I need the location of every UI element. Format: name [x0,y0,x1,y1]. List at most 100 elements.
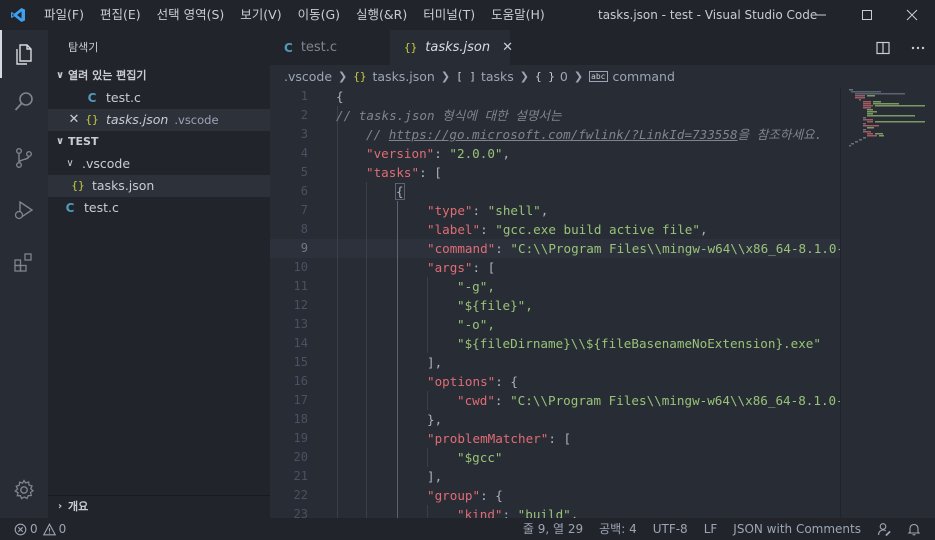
eol-setting[interactable]: LF [696,518,726,540]
manage-gear-icon [14,479,35,500]
outline-header[interactable]: › 개요 [48,495,270,517]
open-editor-item-tasks-json[interactable]: ✕ {} tasks.json .vscode [48,109,270,131]
source-control-button[interactable] [0,134,48,182]
json-file-icon: {} [85,113,99,126]
code-line: { [395,183,405,200]
extensions-button[interactable] [0,238,48,286]
workspace-label: TEST [68,135,99,148]
editor-actions [865,30,935,65]
tab-test-c[interactable]: C test.c [270,30,390,65]
open-editors-header[interactable]: ∨ 열려 있는 편집기 [48,65,270,87]
explorer-icon [16,44,32,65]
tree-file-label: tasks.json [92,178,155,193]
notifications-button[interactable] [899,518,935,540]
split-editor-icon[interactable] [875,40,891,56]
line-number: 21 [293,469,308,483]
tree-folder-vscode[interactable]: ∨ .vscode [48,153,270,175]
close-tab-icon[interactable]: ✕ [502,40,513,55]
chevron-right-icon: ❯ [338,69,348,83]
line-number: 16 [293,374,308,388]
open-editor-label: tasks.json [106,112,169,127]
menu-help[interactable]: 도움말(H) [483,0,553,30]
chevron-right-icon: › [57,500,63,512]
close-window-button[interactable] [889,0,935,30]
code-line: "group": { [427,488,503,503]
breadcrumb-tasks[interactable]: tasks [481,69,514,84]
c-file-icon: C [65,201,75,215]
minimap[interactable] [840,87,935,518]
indent-guide [427,448,428,467]
open-editor-item-test-c[interactable]: C test.c [48,87,270,109]
code-line: "${file}", [457,298,533,313]
indent-guide [427,505,428,518]
maximize-button[interactable] [844,0,890,30]
code-line-current: "command": "C:\\Program Files\\mingw-w64… [427,241,840,256]
code-line: "version": "2.0.0", [366,146,511,161]
code-line: "-o", [457,317,495,332]
indent-guide [427,277,428,353]
outline-label: 개요 [68,499,89,513]
code-editor[interactable]: 1 2 3 4 5 6 7 8 9 10 11 12 13 14 15 16 1… [270,87,840,518]
menu-file[interactable]: 파일(F) [36,0,92,30]
breadcrumb-index[interactable]: 0 [560,69,568,84]
menu-selection[interactable]: 선택 영역(S) [149,0,233,30]
code-line: "tasks": [ [366,165,442,180]
manage-button[interactable] [0,466,48,514]
problems-indicator[interactable]: 0 0 [0,518,74,540]
code-line: ], [427,355,443,370]
line-number-gutter: 1 2 3 4 5 6 7 8 9 10 11 12 13 14 15 16 1… [270,87,328,518]
encoding-setting[interactable]: UTF-8 [645,518,696,540]
code-line: "$gcc" [457,450,503,465]
code-line: "type": "shell", [427,203,549,218]
line-number: 6 [300,184,308,198]
close-editor-icon[interactable]: ✕ [66,109,82,131]
menu-terminal[interactable]: 터미널(T) [415,0,483,30]
run-debug-button[interactable] [0,186,48,234]
activity-bar [0,30,48,518]
line-number: 22 [293,488,308,502]
line-number: 19 [293,431,308,445]
array-symbol-icon: [ ] [456,69,476,83]
line-number: 7 [300,203,308,217]
vscode-logo-icon [0,0,36,30]
open-editor-folder-desc: .vscode [174,113,219,127]
menu-edit[interactable]: 편집(E) [92,0,149,30]
tab-tasks-json[interactable]: {} tasks.json ✕ [390,30,513,65]
window-title: tasks.json - test - Visual Studio Code [598,8,818,22]
tree-file-tasks-json[interactable]: {} tasks.json [48,175,270,197]
chevron-right-icon: ❯ [440,69,451,83]
object-symbol-icon: { } [535,69,555,83]
search-button[interactable] [0,78,48,126]
tree-folder-label: .vscode [82,156,131,171]
minimize-button[interactable] [798,0,844,30]
code-line: { [336,89,344,104]
menu-run[interactable]: 실행(&R) [348,0,415,30]
code-line: // tasks.json 형식에 대한 설명서는 [336,108,562,123]
explorer-button[interactable] [0,30,48,78]
feedback-button[interactable] [869,518,899,540]
explorer-sidebar: 탐색기 ∨ 열려 있는 편집기 C test.c ✕ {} tasks.json… [48,30,270,518]
indentation-setting[interactable]: 공백: 4 [591,518,645,540]
more-actions-icon[interactable] [910,40,926,56]
breadcrumb: .vscode ❯ {} tasks.json ❯ [ ] tasks ❯ { … [270,65,935,87]
fwlink-url[interactable]: https://go.microsoft.com/fwlink/?LinkId=… [389,127,738,142]
source-control-icon [15,148,32,169]
code-lines: { // tasks.json 형식에 대한 설명서는 // https://g… [336,87,840,518]
menu-go[interactable]: 이동(G) [290,0,348,30]
breadcrumb-file[interactable]: tasks.json [373,69,435,84]
menu-view[interactable]: 보기(V) [232,0,289,30]
code-line: "${fileDirname}\\${fileBasenameNoExtensi… [457,336,821,351]
cursor-position[interactable]: 줄 9, 열 29 [515,518,591,540]
open-editors-label: 열려 있는 편집기 [68,69,147,82]
error-icon [14,523,27,535]
line-number: 12 [293,298,308,312]
language-mode[interactable]: JSON with Comments [725,518,869,540]
feedback-person-icon [877,523,891,536]
code-line: ], [427,469,443,484]
workspace-header[interactable]: ∨ TEST [48,131,270,153]
tree-file-test-c[interactable]: C test.c [48,197,270,219]
indent-guide [427,391,428,410]
breadcrumb-command[interactable]: command [613,69,675,84]
breadcrumb-folder[interactable]: .vscode [284,69,332,84]
chevron-down-icon: ∨ [55,70,65,81]
